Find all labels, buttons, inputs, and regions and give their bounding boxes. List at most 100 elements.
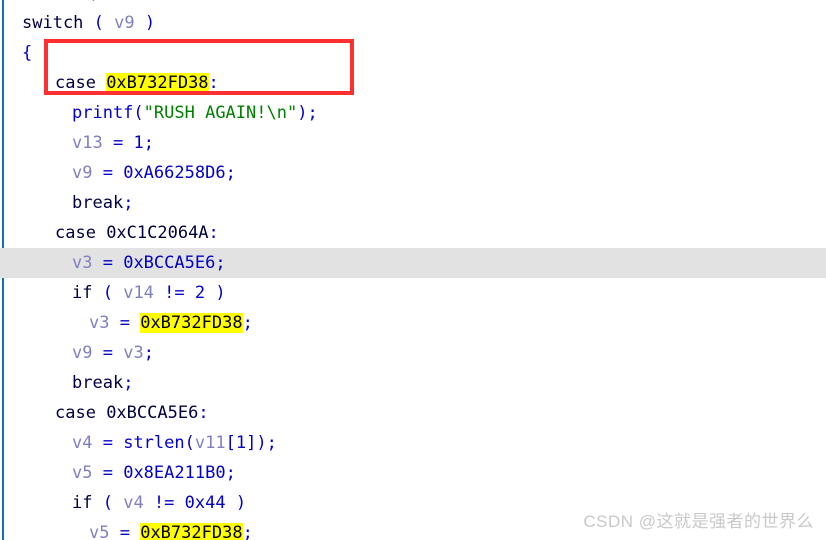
code-line[interactable]: v9 = v3; — [0, 338, 826, 368]
code-token: = — [92, 163, 124, 183]
code-line-content: printf("RUSH AGAIN!\n"); — [72, 98, 318, 128]
code-token: 2 — [194, 283, 206, 303]
code-token: ) — [225, 493, 247, 513]
code-line[interactable]: v3 = 0xB732FD38; — [0, 308, 826, 338]
code-token: ]); — [246, 433, 277, 453]
code-line[interactable]: break; — [0, 368, 826, 398]
code-line[interactable]: v3 = 0xBCCA5E6; — [0, 248, 826, 278]
code-token: strlen — [123, 433, 185, 453]
code-token: v9 — [114, 13, 135, 33]
code-line-content: v3 = 0xBCCA5E6; — [72, 248, 226, 278]
code-line-content: v5 = 0x8EA211B0; — [72, 458, 236, 488]
code-line-content: { — [22, 38, 32, 68]
code-token: [ — [225, 433, 236, 453]
code-line-content: switch ( v9 ) — [22, 8, 155, 38]
code-token: v9 — [72, 343, 93, 363]
code-token: ); — [297, 103, 318, 123]
code-line-content: v5 = 0xB732FD38; — [89, 518, 253, 540]
code-token: != — [143, 493, 185, 513]
code-token: v4 — [123, 493, 144, 513]
code-token: ; — [215, 253, 226, 273]
code-line-content: break; — [72, 368, 133, 398]
code-token: printf — [72, 103, 134, 123]
code-line-content: case 0xBCCA5E6: — [55, 398, 209, 428]
code-token: = — [92, 253, 124, 273]
code-token: v3 — [123, 343, 144, 363]
code-token: 0xA66258D6 — [123, 163, 226, 183]
code-token: v11 — [194, 433, 226, 453]
code-token: v5 — [72, 463, 93, 483]
csdn-watermark: CSDN @这就是强者的世界么 — [583, 512, 814, 531]
code-token: 0x8EA211B0 — [123, 463, 226, 483]
code-token: 0xBCCA5E6 — [123, 253, 216, 273]
code-token: v3 — [72, 253, 93, 273]
code-token: if — [72, 493, 93, 513]
code-token: 1 — [235, 433, 247, 453]
code-line-content: if ( v14 != 2 ) — [72, 278, 226, 308]
code-token: : — [198, 403, 209, 423]
code-token: ) — [134, 13, 156, 33]
code-token: ; — [242, 523, 253, 540]
code-line[interactable]: case 0xC1C2064A: — [0, 218, 826, 248]
code-token: ( — [83, 13, 115, 33]
code-line[interactable]: printf("RUSH AGAIN!\n"); — [0, 98, 826, 128]
code-token: ; — [143, 133, 154, 153]
code-token: ; — [225, 163, 236, 183]
code-line[interactable]: v5 = 0x8EA211B0; — [0, 458, 826, 488]
code-token: v4 — [72, 433, 93, 453]
search-match-token: 0xB732FD38 — [140, 313, 243, 333]
code-token: if — [72, 283, 93, 303]
code-token: "RUSH AGAIN!\n" — [143, 103, 298, 123]
code-token: = — [92, 463, 124, 483]
code-token: = — [109, 523, 141, 540]
code-token: break — [38, 0, 89, 3]
code-line[interactable]: break; — [0, 0, 826, 8]
code-token: break — [72, 193, 124, 213]
code-line-content: if ( v4 != 0x44 ) — [72, 488, 246, 518]
code-line-content: v9 = v3; — [72, 338, 154, 368]
code-line[interactable]: switch ( v9 ) — [0, 8, 826, 38]
code-line[interactable]: v13 = 1; — [0, 128, 826, 158]
code-token: break — [72, 373, 124, 393]
decompiler-code-screenshot: break;switch ( v9 ){case 0xB732FD38:prin… — [0, 0, 826, 540]
code-line[interactable]: if ( v14 != 2 ) — [0, 278, 826, 308]
code-token: v14 — [123, 283, 154, 303]
code-token: != — [153, 283, 195, 303]
code-line-content: v3 = 0xB732FD38; — [89, 308, 253, 338]
code-token: = — [92, 343, 124, 363]
code-token: ; — [123, 373, 134, 393]
code-token: 0xC1C2064A — [106, 223, 209, 243]
code-token: case — [55, 223, 107, 243]
code-token: = — [102, 133, 134, 153]
code-line-content: v13 = 1; — [72, 128, 154, 158]
code-line-content: v9 = 0xA66258D6; — [72, 158, 236, 188]
code-token: ( — [92, 493, 124, 513]
code-token: v9 — [72, 163, 93, 183]
code-token: 1 — [133, 133, 144, 153]
code-token: ; — [123, 193, 134, 213]
code-token: switch — [22, 13, 84, 33]
code-token: ) — [205, 283, 226, 303]
code-token: ; — [143, 343, 154, 363]
code-token: v13 — [72, 133, 103, 153]
code-line-content: break; — [72, 188, 133, 218]
code-token: case — [55, 403, 107, 423]
code-line-content: v4 = strlen(v11[1]); — [72, 428, 277, 458]
code-token: = — [109, 313, 141, 333]
code-token: ( — [184, 433, 195, 453]
code-line[interactable]: break; — [0, 188, 826, 218]
code-line-content: break; — [38, 0, 99, 8]
code-token: : — [208, 223, 219, 243]
code-line[interactable]: v4 = strlen(v11[1]); — [0, 428, 826, 458]
code-line[interactable]: case 0xBCCA5E6: — [0, 398, 826, 428]
code-token: ; — [225, 463, 236, 483]
code-line[interactable]: v9 = 0xA66258D6; — [0, 158, 826, 188]
code-token: v3 — [89, 313, 110, 333]
code-token: ( — [92, 283, 124, 303]
code-token: v5 — [89, 523, 110, 540]
code-token: ( — [133, 103, 144, 123]
code-token: ; — [89, 0, 99, 3]
code-token: 0xBCCA5E6 — [106, 403, 199, 423]
red-annotation-rectangle — [44, 39, 354, 95]
search-match-token: 0xB732FD38 — [140, 523, 243, 540]
